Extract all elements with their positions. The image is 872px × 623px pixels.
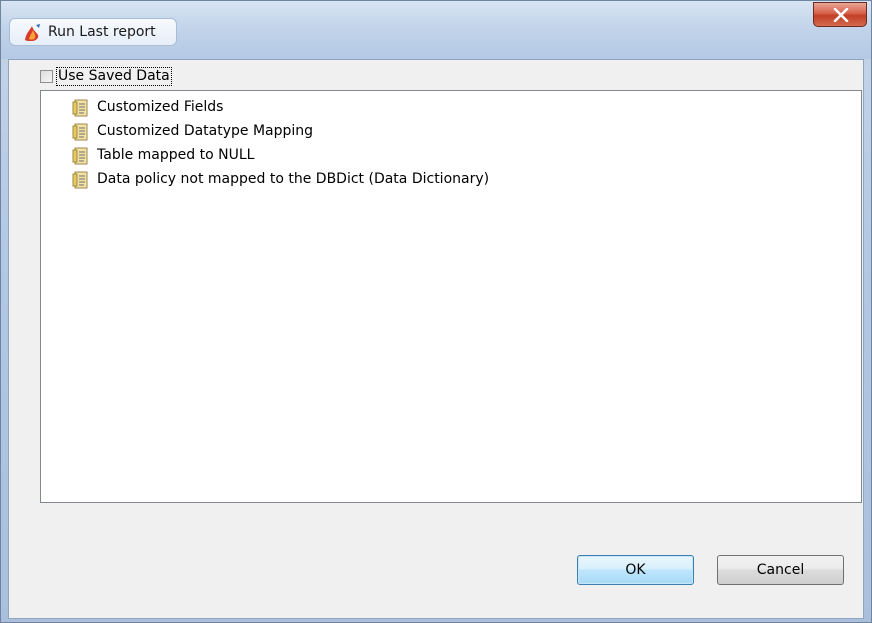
report-tree[interactable]: Customized Fields Customized Datatype Ma… [40,90,862,503]
report-document-icon [72,123,88,141]
ok-button[interactable]: OK [577,555,694,585]
dialog-window: Run Last report Use Saved Data Customize… [0,0,872,623]
tree-item-label: Data policy not mapped to the DBDict (Da… [97,171,490,187]
window-title: Run Last report [48,24,156,40]
report-document-icon [72,147,88,165]
close-button[interactable] [813,2,867,27]
cancel-button[interactable]: Cancel [717,555,844,585]
close-icon [833,8,849,22]
tree-item-label: Customized Datatype Mapping [97,123,314,139]
report-document-icon [72,99,88,117]
title-tab: Run Last report [9,18,177,46]
report-document-icon [72,171,88,189]
tree-item-label: Table mapped to NULL [97,147,255,163]
use-saved-data-checkbox[interactable] [40,70,53,83]
tree-item-label: Customized Fields [97,99,224,115]
app-flame-icon [25,24,40,41]
title-bar[interactable]: Run Last report [1,1,871,59]
use-saved-data-label[interactable]: Use Saved Data [56,67,172,86]
dialog-content: Use Saved Data Customized Fields Customi… [8,59,864,619]
